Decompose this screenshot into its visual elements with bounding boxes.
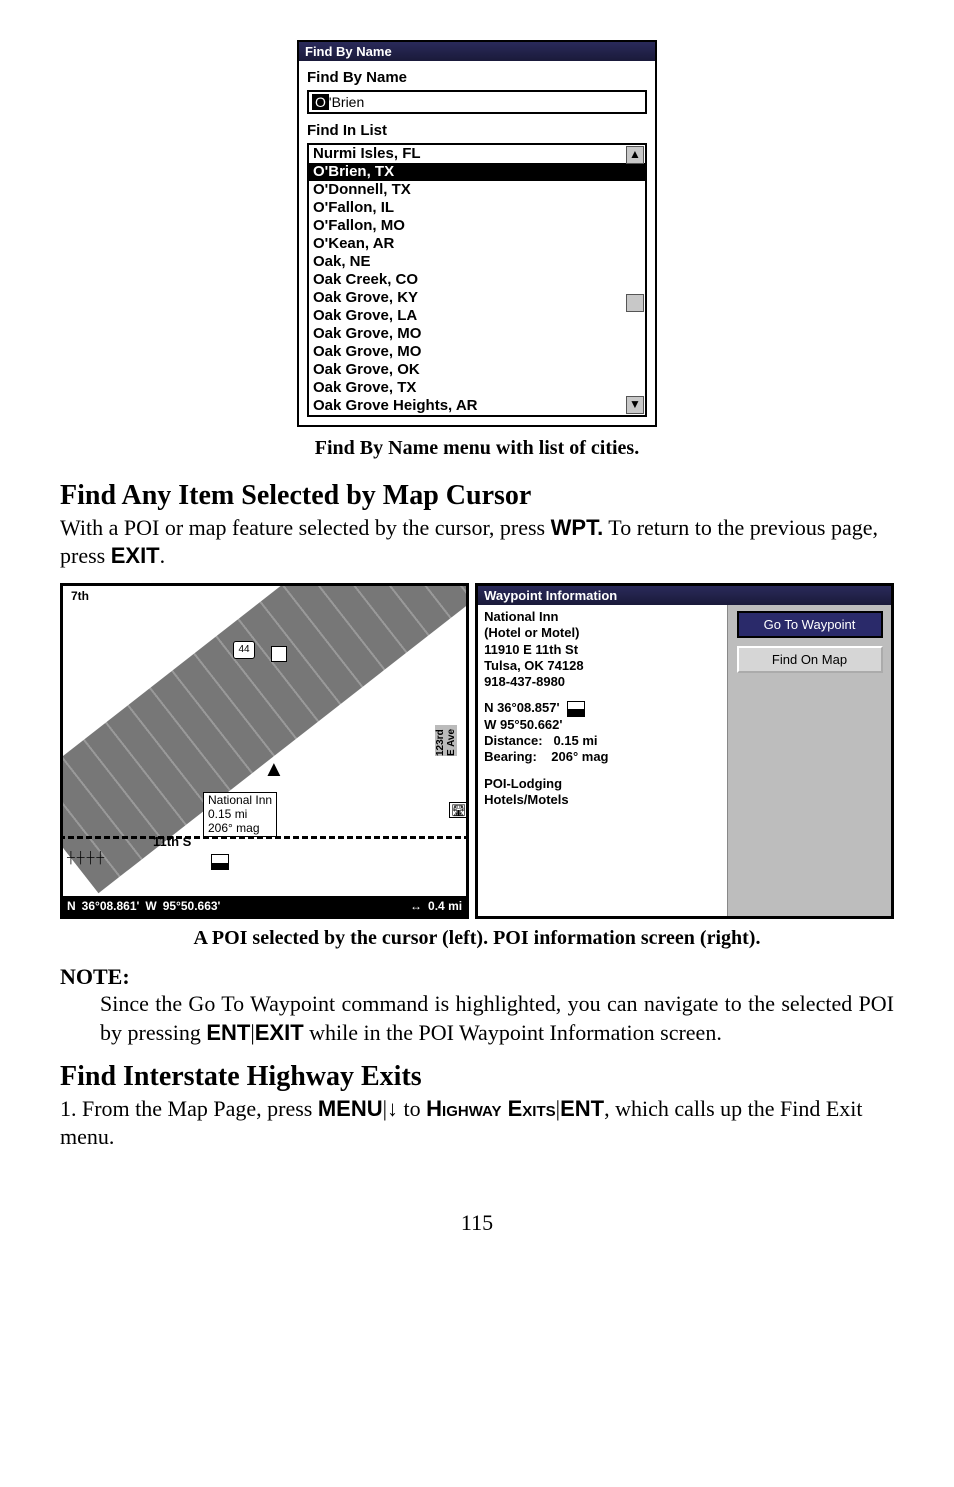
wp-coord-row: N 36°08.857'	[484, 700, 721, 717]
poi-name: National Inn	[208, 794, 272, 808]
two-up-figure: 7th 44 123rd E Ave ▲ National Inn 0.15 m…	[60, 583, 894, 919]
wp-dist-label: Distance:	[484, 733, 543, 748]
wp-bear-label: Bearing:	[484, 749, 537, 764]
para2-to: to	[404, 1096, 427, 1121]
find-by-name-figure: Find By Name Find By Name O'Brien Find I…	[60, 40, 894, 427]
para-2: 1. From the Map Page, press MENU|↓ to Hi…	[60, 1095, 894, 1150]
coord-lon: 95°50.663'	[163, 896, 221, 916]
scroll-down-icon[interactable]: ▼	[626, 396, 644, 414]
wp-line: (Hotel or Motel)	[484, 625, 721, 641]
coord-w-label: W	[145, 896, 156, 916]
list-item[interactable]: Oak Grove, LA	[309, 307, 645, 325]
hwy-shield-44: 44	[233, 641, 255, 659]
map-scale: 0.4 mi	[428, 896, 462, 916]
list-item[interactable]: O'Kean, AR	[309, 235, 645, 253]
poi-bear: 206° mag	[208, 822, 272, 836]
poi-icon-small	[211, 854, 229, 870]
waypoint-title: Waypoint Information	[478, 586, 891, 605]
scroll-up-icon[interactable]: ▲	[626, 146, 644, 164]
list-item[interactable]: Nurmi Isles, FL	[309, 145, 645, 163]
key-exit: EXIT	[111, 543, 160, 568]
caption-2: A POI selected by the cursor (left). POI…	[60, 927, 894, 950]
list-item[interactable]: O'Fallon, MO	[309, 217, 645, 235]
city-list[interactable]: ▲ Nurmi Isles, FL O'Brien, TX O'Donnell,…	[307, 143, 647, 417]
wp-line: National Inn	[484, 609, 721, 625]
coord-lat: 36°08.861'	[82, 896, 140, 916]
find-on-map-button[interactable]: Find On Map	[737, 646, 883, 673]
waypoint-info-screen: Waypoint Information National Inn (Hotel…	[475, 583, 894, 919]
list-item[interactable]: Oak Creek, CO	[309, 271, 645, 289]
caption-1: Find By Name menu with list of cities.	[60, 437, 894, 460]
road-11th-line	[60, 836, 469, 839]
coord-n-label: N	[67, 896, 76, 916]
wp-line: Tulsa, OK 74128	[484, 658, 721, 674]
para1-c: .	[160, 543, 166, 568]
list-item[interactable]: O'Donnell, TX	[309, 181, 645, 199]
dialog-body: Find By Name O'Brien Find In List ▲ Nurm…	[299, 61, 655, 425]
wp-bear-val: 206° mag	[551, 749, 608, 764]
list-item[interactable]: Oak Grove Heights, AR	[309, 397, 645, 415]
wp-cat1: POI-Lodging	[484, 776, 721, 792]
key-ent: ENT	[206, 1020, 250, 1045]
para2-a: 1. From the Map Page, press	[60, 1096, 318, 1121]
list-item[interactable]: Oak Grove, MO	[309, 325, 645, 343]
key-exit2: EXIT	[255, 1020, 304, 1045]
key-ent2: ENT	[560, 1096, 604, 1121]
poi-popup: National Inn 0.15 mi 206° mag	[203, 792, 277, 837]
wp-dist-val: 0.15 mi	[553, 733, 597, 748]
key-wpt: WPT.	[551, 515, 604, 540]
north-arrow-icon: ▲	[263, 756, 285, 782]
name-input[interactable]: O'Brien	[307, 90, 647, 114]
input-caret: O	[312, 94, 329, 110]
scroll-thumb[interactable]	[626, 294, 644, 312]
note-b: while in the POI Waypoint Information sc…	[309, 1020, 722, 1045]
coord-bar: N 36°08.861' W 95°50.663' ↔ 0.4 mi	[63, 896, 466, 916]
go-to-waypoint-button[interactable]: Go To Waypoint	[737, 611, 883, 638]
note-label: NOTE:	[60, 964, 894, 990]
heading-find-any-item: Find Any Item Selected by Map Cursor	[60, 480, 894, 512]
wp-dist-row: Distance: 0.15 mi	[484, 733, 721, 749]
poi-dist: 0.15 mi	[208, 808, 272, 822]
wp-coord-n: N 36°08.857'	[484, 700, 560, 715]
list-item[interactable]: Oak Grove, KY	[309, 289, 645, 307]
page-number: 115	[60, 1210, 894, 1236]
heading-find-interstate: Find Interstate Highway Exits	[60, 1061, 894, 1093]
wp-line: 11910 E 11th St	[484, 642, 721, 658]
road-7th: 7th	[67, 588, 93, 604]
list-item[interactable]: O'Fallon, IL	[309, 199, 645, 217]
list-item[interactable]: Oak Grove, MO	[309, 343, 645, 361]
highway-stripe	[60, 583, 469, 893]
wp-line: 918-437-8980	[484, 674, 721, 690]
route-icon: 🛣	[449, 802, 468, 818]
map-screen: 7th 44 123rd E Ave ▲ National Inn 0.15 m…	[60, 583, 469, 919]
list-item[interactable]: Oak Grove, OK	[309, 361, 645, 379]
arrows-icon: ↔	[410, 896, 422, 916]
key-menu: MENU	[318, 1096, 383, 1121]
note-body: Since the Go To Waypoint command is high…	[100, 990, 894, 1047]
para-1: With a POI or map feature selected by th…	[60, 514, 894, 569]
map-pin-icon	[271, 646, 287, 662]
wp-bear-row: Bearing: 206° mag	[484, 749, 721, 765]
para1-a: With a POI or map feature selected by th…	[60, 515, 551, 540]
list-item[interactable]: Oak, NE	[309, 253, 645, 271]
dialog-title: Find By Name	[299, 42, 655, 61]
waypoint-buttons: Go To Waypoint Find On Map	[728, 605, 891, 916]
find-in-list-label: Find In List	[307, 122, 647, 139]
hotel-icon	[567, 701, 585, 717]
wp-coord-w: W 95°50.662'	[484, 717, 721, 733]
find-by-name-label: Find By Name	[307, 69, 647, 86]
street-label-123rd: 123rd E Ave	[435, 725, 457, 756]
input-suffix: 'Brien	[329, 94, 364, 110]
down-arrow-icon: ↓	[387, 1096, 398, 1121]
list-item[interactable]: Oak Grove, TX	[309, 379, 645, 397]
crosshair-icon: ┼┼┼┼	[67, 852, 106, 864]
list-item[interactable]: O'Brien, TX	[309, 163, 645, 181]
find-by-name-dialog: Find By Name Find By Name O'Brien Find I…	[297, 40, 657, 427]
sc-highway-exits: Highway Exits	[426, 1096, 555, 1121]
waypoint-details: National Inn (Hotel or Motel) 11910 E 11…	[478, 605, 728, 916]
wp-cat2: Hotels/Motels	[484, 792, 721, 808]
